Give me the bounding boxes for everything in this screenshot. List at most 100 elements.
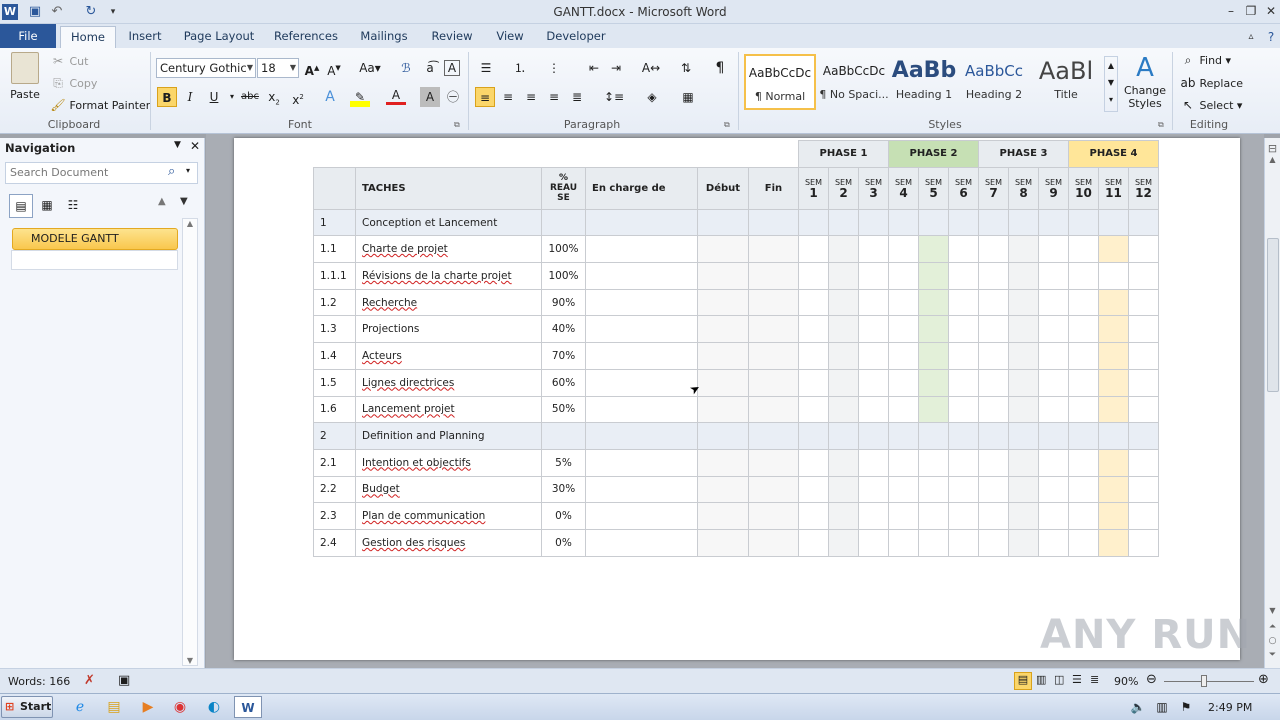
task-percent[interactable]: 70% <box>541 342 586 370</box>
week-cell[interactable] <box>978 235 1009 264</box>
task-percent[interactable]: 5% <box>541 448 586 477</box>
task-number[interactable]: 2 <box>313 422 356 450</box>
week-cell[interactable] <box>798 502 829 530</box>
week-cell[interactable] <box>918 235 949 264</box>
task-number[interactable]: 1.1 <box>313 235 356 264</box>
scroll-thumb[interactable] <box>1267 238 1279 392</box>
week-cell[interactable] <box>1008 475 1039 504</box>
style-title[interactable]: AaBl Title <box>1030 54 1102 110</box>
week-cell[interactable] <box>1038 422 1069 450</box>
week-cell[interactable] <box>1098 528 1129 557</box>
task-percent[interactable]: 40% <box>541 315 586 344</box>
week-cell[interactable] <box>1068 422 1099 450</box>
week-cell[interactable] <box>1128 315 1159 344</box>
replace-button[interactable]: ab Replace <box>1180 75 1244 91</box>
week-cell[interactable] <box>1128 395 1159 424</box>
week-cell[interactable] <box>948 448 979 477</box>
week-cell[interactable] <box>828 208 859 237</box>
week-cell[interactable] <box>918 395 949 424</box>
task-percent[interactable]: 50% <box>541 395 586 424</box>
week-cell[interactable] <box>798 422 829 450</box>
week-cell[interactable] <box>1098 422 1129 450</box>
clear-formatting-icon[interactable]: ℬ <box>396 58 416 78</box>
help-icon[interactable]: ? <box>1262 28 1280 46</box>
week-cell[interactable] <box>1038 395 1069 424</box>
task-owner[interactable] <box>585 528 698 557</box>
week-cell[interactable] <box>1098 448 1129 477</box>
week-cell[interactable] <box>918 475 949 504</box>
select-button[interactable]: ↖ Select ▾ <box>1180 97 1243 113</box>
font-size-combo[interactable]: 18 ▼ <box>257 58 299 78</box>
week-cell[interactable] <box>1128 528 1159 557</box>
task-percent[interactable]: 100% <box>541 235 586 264</box>
task-end[interactable] <box>748 288 799 317</box>
justify-button[interactable]: ≡ <box>544 87 564 107</box>
week-cell[interactable] <box>798 528 829 557</box>
task-start[interactable] <box>697 422 749 450</box>
week-cell[interactable] <box>1008 422 1039 450</box>
week-cell[interactable] <box>888 208 919 237</box>
week-cell[interactable] <box>1038 448 1069 477</box>
task-name[interactable]: Acteurs <box>355 342 542 370</box>
week-cell[interactable] <box>828 528 859 557</box>
week-cell[interactable] <box>828 262 859 290</box>
scroll-down-icon[interactable]: ▼ <box>183 656 197 665</box>
task-start[interactable] <box>697 288 749 317</box>
task-owner[interactable] <box>585 315 698 344</box>
increase-indent-icon[interactable]: ⇥ <box>606 58 626 78</box>
task-percent[interactable]: 90% <box>541 288 586 317</box>
week-cell[interactable] <box>858 235 889 264</box>
task-end[interactable] <box>748 528 799 557</box>
week-cell[interactable] <box>1098 315 1129 344</box>
close-icon[interactable]: ✕ <box>190 139 200 153</box>
week-cell[interactable] <box>918 315 949 344</box>
week-cell[interactable] <box>1008 528 1039 557</box>
text-effects-icon[interactable]: A <box>320 87 340 107</box>
document-scrollbar[interactable]: ⊟ ▲ ▼ ⏶ ○ ⏷ <box>1264 138 1280 668</box>
task-owner[interactable] <box>585 395 698 424</box>
week-cell[interactable] <box>1128 368 1159 397</box>
full-screen-reading-button[interactable]: ▥ <box>1036 673 1046 686</box>
week-cell[interactable] <box>798 395 829 424</box>
task-end[interactable] <box>748 448 799 477</box>
week-cell[interactable] <box>1098 235 1129 264</box>
week-cell[interactable] <box>978 528 1009 557</box>
scroll-up-icon[interactable]: ▲ <box>183 219 197 228</box>
multilevel-list-icon[interactable]: ⋮ <box>544 58 564 78</box>
tab-insert[interactable]: Insert <box>122 26 168 48</box>
phonetic-guide-icon[interactable]: a͡ <box>420 58 440 78</box>
cut-button[interactable]: ✂ Cut <box>50 53 89 69</box>
week-cell[interactable] <box>888 262 919 290</box>
draft-view-button[interactable]: ≣ <box>1090 673 1099 686</box>
week-cell[interactable] <box>798 315 829 344</box>
task-end[interactable] <box>748 395 799 424</box>
character-border-icon[interactable]: A <box>444 60 460 76</box>
enclose-characters-icon[interactable]: ㊀ <box>443 87 463 107</box>
week-cell[interactable] <box>1068 235 1099 264</box>
task-number[interactable]: 1.6 <box>313 395 356 424</box>
week-cell[interactable] <box>1038 262 1069 290</box>
task-name[interactable]: Projections <box>355 315 542 344</box>
task-percent[interactable]: 100% <box>541 262 586 290</box>
task-number[interactable]: 1.4 <box>313 342 356 370</box>
task-owner[interactable] <box>585 502 698 530</box>
week-cell[interactable] <box>1038 368 1069 397</box>
week-cell[interactable] <box>1068 208 1099 237</box>
task-start[interactable] <box>697 342 749 370</box>
task-end[interactable] <box>748 342 799 370</box>
restore-button[interactable]: ❐ <box>1242 2 1260 20</box>
week-cell[interactable] <box>948 528 979 557</box>
word-taskbar-icon[interactable]: W <box>234 696 262 718</box>
week-cell[interactable] <box>1098 288 1129 317</box>
week-cell[interactable] <box>1068 448 1099 477</box>
week-cell[interactable] <box>828 502 859 530</box>
week-cell[interactable] <box>798 288 829 317</box>
week-cell[interactable] <box>858 448 889 477</box>
shading-icon[interactable]: ◈ <box>642 87 662 107</box>
week-cell[interactable] <box>798 342 829 370</box>
week-cell[interactable] <box>918 422 949 450</box>
week-cell[interactable] <box>828 395 859 424</box>
week-cell[interactable] <box>828 475 859 504</box>
internet-explorer-icon[interactable]: ℯ <box>66 696 94 718</box>
week-cell[interactable] <box>1098 475 1129 504</box>
